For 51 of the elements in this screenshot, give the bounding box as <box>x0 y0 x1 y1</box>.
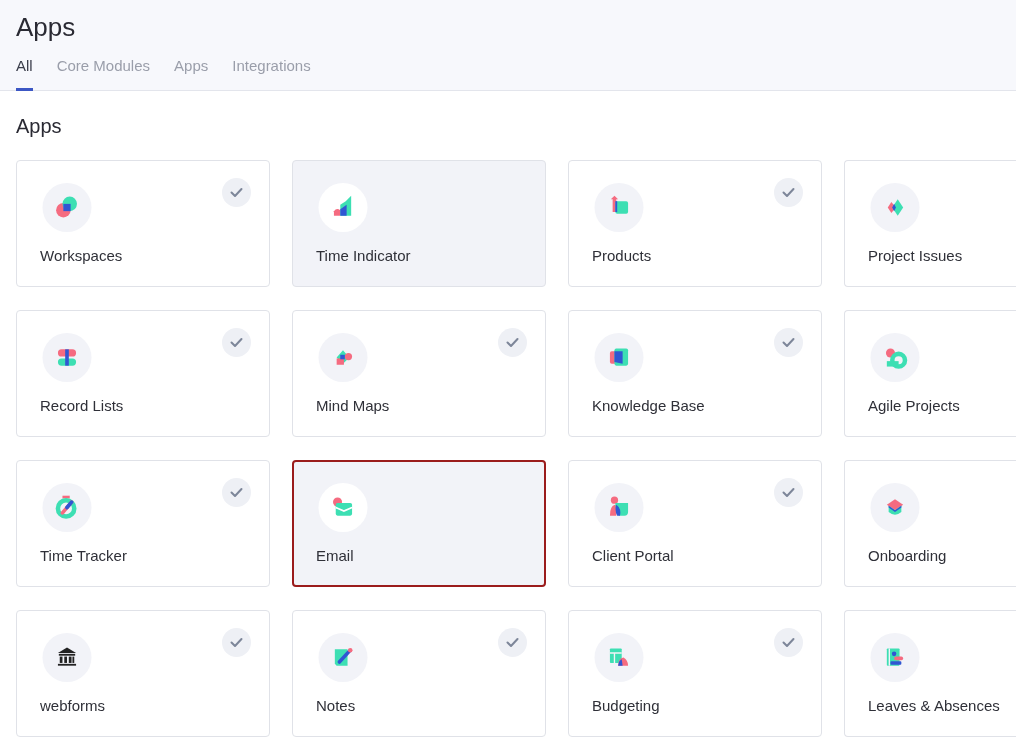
app-icon <box>592 633 646 682</box>
app-name: Leaves & Absences <box>868 697 1000 714</box>
app-icon <box>40 483 94 532</box>
app-icon <box>40 633 94 682</box>
app-card[interactable]: Time Indicator <box>292 160 546 287</box>
app-card[interactable]: Budgeting <box>568 610 822 737</box>
app-name: Products <box>592 247 653 264</box>
app-name: Budgeting <box>592 697 661 714</box>
app-name: Time Tracker <box>40 547 128 564</box>
app-icon <box>40 183 94 232</box>
app-card[interactable]: Email <box>292 460 546 587</box>
app-card[interactable]: webforms <box>16 610 270 737</box>
app-icon <box>316 483 370 532</box>
app-name: Project Issues <box>868 247 964 264</box>
app-card[interactable]: Onboarding <box>844 460 1016 587</box>
app-card[interactable]: Mind Maps <box>292 310 546 437</box>
app-card[interactable]: Record Lists <box>16 310 270 437</box>
app-icon <box>592 183 646 232</box>
app-icon <box>592 483 646 532</box>
app-name: Agile Projects <box>868 397 961 414</box>
app-icon <box>868 633 922 682</box>
app-name: Client Portal <box>592 547 675 564</box>
tab[interactable]: All <box>16 53 33 91</box>
app-card[interactable]: Products <box>568 160 822 287</box>
app-name: Mind Maps <box>316 397 391 414</box>
app-icon <box>316 633 370 682</box>
app-card[interactable]: Agile Projects <box>844 310 1016 437</box>
app-card[interactable]: Project Issues <box>844 160 1016 287</box>
app-icon <box>40 333 94 382</box>
app-card[interactable]: Time Tracker <box>16 460 270 587</box>
page-title: Apps <box>16 12 77 43</box>
app-name: Workspaces <box>40 247 124 264</box>
app-icon <box>316 183 370 232</box>
app-icon <box>868 183 922 232</box>
app-name: webforms <box>40 697 107 714</box>
app-name: Knowledge Base <box>592 397 706 414</box>
app-card[interactable]: Leaves & Absences <box>844 610 1016 737</box>
app-icon <box>868 333 922 382</box>
app-card[interactable]: Client Portal <box>568 460 822 587</box>
app-icon <box>592 333 646 382</box>
app-card[interactable]: Knowledge Base <box>568 310 822 437</box>
app-name: Notes <box>316 697 357 714</box>
app-name: Record Lists <box>40 397 125 414</box>
app-name: Onboarding <box>868 547 948 564</box>
app-card[interactable]: Notes <box>292 610 546 737</box>
app-card[interactable]: Workspaces <box>16 160 270 287</box>
app-name: Time Indicator <box>316 247 412 264</box>
app-icon <box>868 483 922 532</box>
app-icon <box>316 333 370 382</box>
app-name: Email <box>316 547 355 564</box>
section-title: Apps <box>16 115 63 138</box>
